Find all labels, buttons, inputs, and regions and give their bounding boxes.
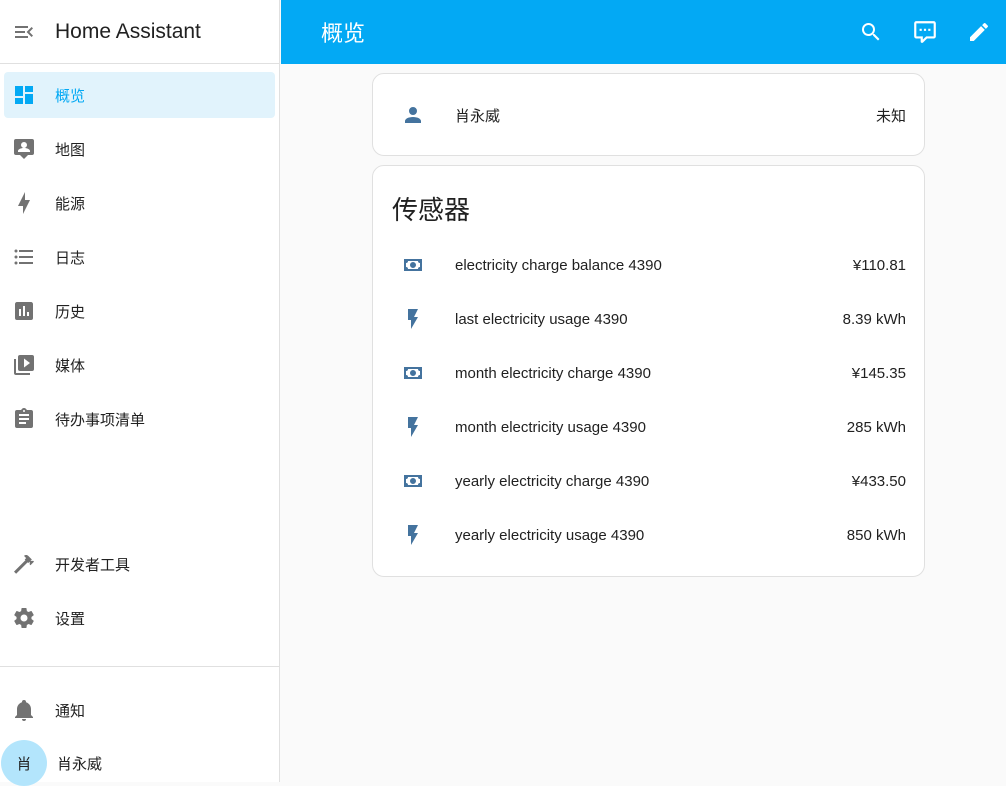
- sensor-row[interactable]: last electricity usage 4390 8.39 kWh: [373, 299, 924, 339]
- sensor-name: month electricity charge 4390: [455, 364, 651, 382]
- sensor-row[interactable]: yearly electricity charge 4390 ¥433.50: [373, 461, 924, 501]
- sidebar-item-label: 日志: [55, 249, 86, 267]
- sensor-value: 850 kWh: [846, 526, 906, 544]
- comment-processing-icon: [914, 21, 936, 43]
- sensor-name: electricity charge balance 4390: [455, 256, 662, 274]
- person-card: 肖永威 未知: [372, 73, 925, 156]
- clipboard-list-icon: [15, 408, 33, 428]
- map-account-icon: [14, 139, 34, 159]
- sensor-value: ¥110.81: [852, 256, 906, 274]
- sidebar-item-settings[interactable]: 设置: [4, 595, 276, 641]
- sidebar-item-label: 设置: [55, 610, 86, 628]
- sidebar-item-label: 地图: [55, 141, 86, 159]
- sensor-name: month electricity usage 4390: [455, 418, 646, 436]
- flash-icon: [408, 417, 418, 437]
- play-box-multiple-icon: [14, 355, 34, 375]
- sidebar-item-overview[interactable]: 概览: [4, 72, 275, 118]
- person-name: 肖永威: [455, 107, 501, 125]
- sidebar-item-label: 待办事项清单: [55, 411, 146, 429]
- sidebar-item-label: 历史: [55, 303, 86, 321]
- sidebar-item-map[interactable]: 地图: [4, 126, 275, 172]
- sensor-row[interactable]: month electricity usage 4390 285 kWh: [373, 407, 924, 447]
- sidebar-item-energy[interactable]: 能源: [4, 180, 275, 226]
- page-title: 概览: [321, 21, 366, 46]
- sidebar: Home Assistant 概览 地图 能源 日志 历史 媒体 待办事项清单 …: [0, 0, 280, 786]
- sidebar-item-label: 媒体: [55, 357, 86, 375]
- menu-open-icon: [15, 25, 33, 38]
- sidebar-header: Home Assistant: [0, 0, 279, 64]
- sensor-name: last electricity usage 4390: [455, 310, 628, 328]
- sidebar-divider: [0, 666, 280, 667]
- cash-icon: [404, 259, 422, 271]
- format-list-bulleted-icon: [14, 249, 33, 265]
- search-icon: [862, 23, 880, 41]
- sensor-value: ¥145.35: [851, 364, 906, 382]
- pencil-icon: [970, 22, 989, 41]
- lightning-bolt-icon: [18, 192, 30, 214]
- cog-icon: [14, 608, 34, 628]
- avatar: 肖: [1, 740, 47, 786]
- bell-icon: [15, 700, 33, 721]
- hammer-icon: [14, 554, 34, 574]
- person-state: 未知: [875, 107, 906, 125]
- sensor-value: 285 kWh: [846, 418, 906, 436]
- search-button[interactable]: [844, 0, 898, 64]
- sidebar-item-label: 能源: [55, 195, 86, 213]
- sidebar-item-todo[interactable]: 待办事项清单: [4, 396, 275, 442]
- cash-icon: [404, 475, 422, 487]
- menu-toggle-button[interactable]: [0, 8, 48, 56]
- sidebar-item-label: 概览: [55, 87, 86, 105]
- assist-button[interactable]: [898, 0, 952, 64]
- sensor-row[interactable]: electricity charge balance 4390 ¥110.81: [373, 245, 924, 285]
- sensor-row[interactable]: month electricity charge 4390 ¥145.35: [373, 353, 924, 393]
- sidebar-item-developer-tools[interactable]: 开发者工具: [4, 541, 276, 587]
- card-title: 传感器: [392, 195, 471, 225]
- edit-dashboard-button[interactable]: [952, 0, 1006, 64]
- sensor-name: yearly electricity usage 4390: [455, 526, 645, 544]
- top-app-bar: 概览: [281, 0, 1006, 64]
- sensor-value: 8.39 kWh: [842, 310, 906, 328]
- sidebar-item-label: 开发者工具: [55, 556, 131, 574]
- app-title: Home Assistant: [55, 19, 201, 43]
- sidebar-item-media[interactable]: 媒体: [4, 342, 275, 388]
- sidebar-item-history[interactable]: 历史: [4, 288, 275, 334]
- sensor-row[interactable]: yearly electricity usage 4390 850 kWh: [373, 515, 924, 555]
- flash-icon: [408, 309, 418, 329]
- sidebar-item-label: 通知: [55, 702, 86, 720]
- user-name: 肖永威: [57, 755, 103, 773]
- flash-icon: [408, 525, 418, 545]
- sensor-value: ¥433.50: [851, 472, 906, 490]
- sidebar-item-logbook[interactable]: 日志: [4, 234, 275, 280]
- sensor-name: yearly electricity charge 4390: [455, 472, 650, 490]
- dashboard-icon: [15, 86, 33, 104]
- cash-icon: [404, 367, 422, 379]
- sidebar-item-notifications[interactable]: 通知: [4, 687, 276, 733]
- person-row[interactable]: 肖永威 未知: [373, 95, 924, 135]
- chart-box-icon: [15, 302, 33, 320]
- account-icon: [405, 107, 421, 123]
- sensors-card: 传感器 electricity charge balance 4390 ¥110…: [372, 165, 925, 577]
- sidebar-user[interactable]: 肖 肖永威: [0, 740, 280, 786]
